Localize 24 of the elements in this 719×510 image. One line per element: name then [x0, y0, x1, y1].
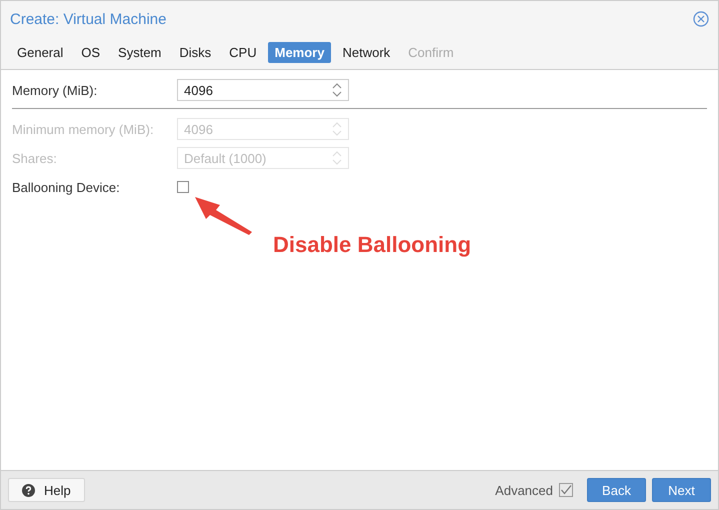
field-label: Ballooning Device: — [12, 180, 121, 194]
window-title: Create: Virtual Machine — [10, 10, 166, 28]
tab[interactable]: Network — [335, 42, 398, 63]
number-field[interactable]: 4096 — [177, 79, 349, 101]
tab[interactable]: Disks — [172, 42, 218, 63]
nav-button[interactable]: Back — [587, 478, 646, 502]
help-button[interactable]: Help — [8, 478, 85, 502]
arrow — [194, 196, 254, 236]
field-label: Minimum memory (MiB): — [12, 122, 155, 136]
close-icon[interactable] — [693, 11, 709, 27]
help-icon — [22, 484, 35, 496]
tab[interactable]: OS — [74, 42, 108, 63]
field-label: Shares: — [12, 150, 58, 166]
checkbox[interactable] — [559, 483, 573, 497]
annotation-text: Disable Ballooning — [273, 232, 472, 258]
spinner-arrows-icon[interactable] — [332, 82, 342, 98]
tab[interactable]: Memory — [268, 42, 332, 63]
checkbox[interactable] — [177, 181, 189, 193]
field-label: Memory (MiB): — [12, 82, 98, 98]
advanced-label: Advanced — [495, 482, 553, 498]
tab[interactable]: System — [111, 42, 168, 63]
nav-button[interactable]: Next — [652, 478, 711, 502]
tab[interactable]: CPU — [222, 42, 264, 63]
tab[interactable]: General — [10, 42, 70, 63]
